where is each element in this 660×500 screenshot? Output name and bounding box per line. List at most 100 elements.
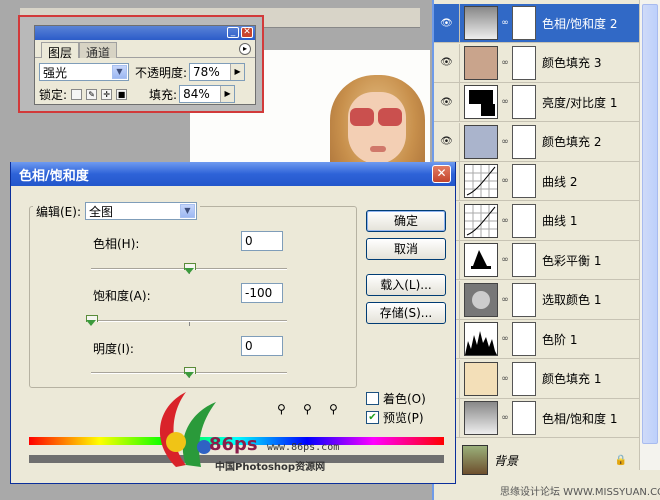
- eyedropper-plus-icon[interactable]: ⚲: [303, 402, 319, 418]
- lock-icon: 🔒: [614, 454, 627, 466]
- colorize-checkbox[interactable]: 着色(O): [366, 390, 426, 407]
- opacity-value: 78%: [193, 65, 220, 79]
- photo-lips: [370, 146, 386, 152]
- layer-row[interactable]: 👁 ∞ 颜色填充 2: [434, 122, 639, 162]
- panel-menu-icon[interactable]: ▸: [239, 43, 251, 55]
- saturation-input[interactable]: -100: [241, 283, 283, 303]
- chain-link-icon[interactable]: ∞: [500, 137, 510, 147]
- colorize-check-icon[interactable]: [366, 392, 379, 405]
- layer-name: 选取颜色 1: [542, 293, 602, 307]
- layer-name: 颜色填充 3: [542, 56, 602, 70]
- layer-mask-thumbnail[interactable]: [512, 45, 536, 80]
- layers-mini-titlebar[interactable]: _ ✕: [35, 26, 255, 40]
- fill-value: 84%: [183, 87, 210, 101]
- close-icon[interactable]: ✕: [432, 165, 451, 183]
- fill-arrow-icon[interactable]: ▶: [220, 86, 235, 102]
- layer-mask-thumbnail[interactable]: [512, 243, 536, 277]
- layer-row[interactable]: ∞ 曲线 2: [434, 162, 639, 201]
- layer-row[interactable]: ∞ 选取颜色 1: [434, 280, 639, 320]
- chevron-down-icon[interactable]: ▼: [112, 65, 127, 79]
- lock-brush-icon[interactable]: ✎: [86, 88, 98, 100]
- lightness-input[interactable]: 0: [241, 336, 283, 356]
- layer-mask-thumbnail[interactable]: [512, 85, 536, 119]
- logo-site-name: 中国Photoshop资源网: [215, 462, 326, 473]
- tab-channels[interactable]: 通道: [79, 42, 118, 60]
- eye-icon[interactable]: 👁: [434, 43, 460, 82]
- layer-mask-thumbnail[interactable]: [512, 164, 536, 198]
- eye-icon[interactable]: 👁: [434, 4, 460, 42]
- lightness-label: 明度(I):: [93, 342, 134, 356]
- layer-row[interactable]: ∞ 颜色填充 1: [434, 359, 639, 399]
- photo-sunglass-left: [350, 108, 374, 126]
- chain-link-icon[interactable]: ∞: [500, 255, 510, 265]
- save-button[interactable]: 存储(S)...: [366, 302, 446, 324]
- chain-link-icon[interactable]: ∞: [500, 58, 510, 68]
- chain-link-icon[interactable]: ∞: [500, 334, 510, 344]
- close-icon[interactable]: ✕: [241, 27, 253, 38]
- logo-url: www.86ps.com: [267, 442, 340, 453]
- colorize-label: 着色(O): [383, 392, 426, 406]
- edit-row: 编辑(E): 全图 ▼: [33, 202, 200, 220]
- layer-row[interactable]: 👁 ∞ 颜色填充 3: [434, 43, 639, 83]
- eyedropper-icon[interactable]: ⚲: [277, 402, 293, 418]
- eyedropper-minus-icon[interactable]: ⚲: [329, 402, 345, 418]
- layer-name: 色相/饱和度 1: [542, 411, 618, 426]
- layer-row[interactable]: ∞ 色相/饱和度 1: [434, 399, 639, 438]
- chain-link-icon[interactable]: ∞: [500, 413, 510, 423]
- layer-mask-thumbnail[interactable]: [512, 401, 536, 435]
- tab-layers[interactable]: 图层: [41, 42, 80, 60]
- chain-link-icon[interactable]: ∞: [500, 18, 510, 28]
- adjustment-group: [29, 206, 357, 388]
- eye-icon[interactable]: 👁: [434, 83, 460, 121]
- levels-thumbnail: [464, 322, 498, 356]
- layer-name: 颜色填充 2: [542, 135, 602, 149]
- fill-thumbnail: [464, 45, 498, 80]
- hue-sat-thumbnail: [464, 401, 498, 435]
- dialog-titlebar[interactable]: 色相/饱和度 ✕: [11, 162, 455, 186]
- cancel-button[interactable]: 取消: [366, 238, 446, 260]
- preview-check-icon[interactable]: ✔: [366, 411, 379, 424]
- layer-mask-thumbnail[interactable]: [512, 361, 536, 396]
- blend-mode-select[interactable]: 强光 ▼: [39, 63, 129, 81]
- edit-select[interactable]: 全图 ▼: [85, 202, 197, 220]
- chain-link-icon[interactable]: ∞: [500, 216, 510, 226]
- hue-input[interactable]: 0: [241, 231, 283, 251]
- lock-move-icon[interactable]: ✛: [101, 88, 113, 100]
- chain-link-icon[interactable]: ∞: [500, 295, 510, 305]
- layers-scrollbar[interactable]: [639, 0, 660, 470]
- layer-row-background[interactable]: 背景 🔒: [434, 440, 639, 480]
- layer-mask-thumbnail[interactable]: [512, 203, 536, 238]
- background-thumbnail: [462, 445, 488, 475]
- minimize-icon[interactable]: _: [227, 27, 239, 38]
- load-button[interactable]: 载入(L)...: [366, 274, 446, 296]
- lock-all-icon[interactable]: ■: [116, 88, 128, 100]
- layer-mask-thumbnail[interactable]: [512, 322, 536, 356]
- opacity-arrow-icon[interactable]: ▶: [230, 64, 245, 80]
- ok-button[interactable]: 确定: [366, 210, 446, 232]
- layer-mask-thumbnail[interactable]: [512, 6, 536, 40]
- watermark-text: 思缘设计论坛 WWW.MISSYUAN.COM: [500, 487, 660, 498]
- layer-row[interactable]: 👁 ∞ 亮度/对比度 1: [434, 83, 639, 122]
- layer-row[interactable]: ∞ 色彩平衡 1: [434, 241, 639, 280]
- eye-icon[interactable]: 👁: [434, 122, 460, 161]
- layer-name: 色相/饱和度 2: [542, 16, 618, 31]
- chain-link-icon[interactable]: ∞: [500, 97, 510, 107]
- fill-field[interactable]: 84% ▶: [179, 85, 236, 103]
- chain-link-icon[interactable]: ∞: [500, 374, 510, 384]
- opacity-field[interactable]: 78% ▶: [189, 63, 246, 81]
- layer-mask-thumbnail[interactable]: [512, 124, 536, 159]
- chevron-down-icon[interactable]: ▼: [180, 204, 195, 218]
- layers-scrollbar-thumb[interactable]: [642, 4, 658, 444]
- chain-link-icon[interactable]: ∞: [500, 176, 510, 186]
- saturation-slider-knob[interactable]: [86, 315, 98, 327]
- layer-mask-thumbnail[interactable]: [512, 282, 536, 317]
- layers-mini-window: _ ✕ 图层 通道 ▸ 强光 ▼ 不透明度: 78% ▶ 锁定: ✎ ✛ ■ 填…: [34, 25, 256, 105]
- hue-slider-knob[interactable]: [184, 263, 196, 275]
- lock-transparent-icon[interactable]: [71, 88, 83, 100]
- lightness-slider-knob[interactable]: [184, 367, 196, 379]
- layer-row[interactable]: ∞ 色阶 1: [434, 320, 639, 359]
- edit-value: 全图: [89, 204, 114, 219]
- preview-checkbox[interactable]: ✔ 预览(P): [366, 409, 424, 426]
- layer-row[interactable]: 👁 ∞ 色相/饱和度 2: [434, 4, 639, 43]
- layer-row[interactable]: ∞ 曲线 1: [434, 201, 639, 241]
